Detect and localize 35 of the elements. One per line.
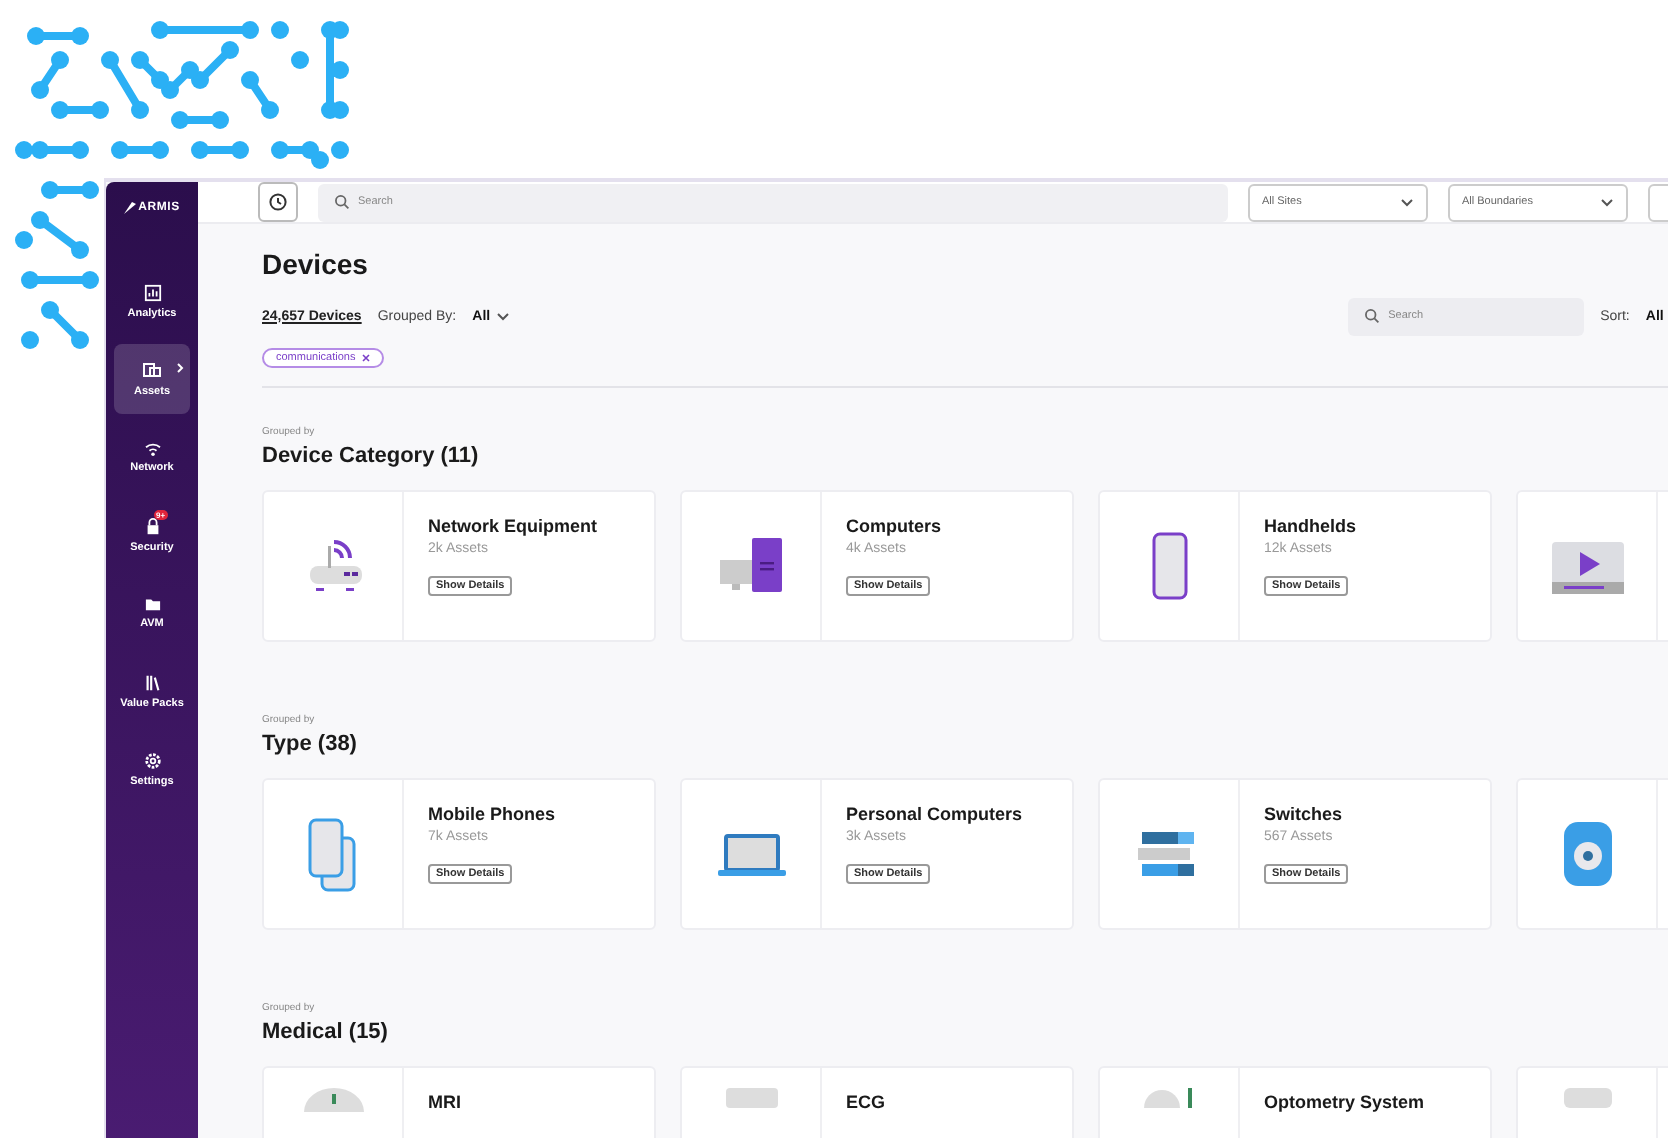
card-title: ECG bbox=[846, 1092, 886, 1112]
lock-icon bbox=[143, 517, 161, 535]
device-icon bbox=[1563, 1088, 1611, 1108]
card-title: Switches bbox=[1264, 804, 1343, 824]
section-title: Device Category (11) bbox=[262, 444, 481, 468]
card-title: Computers bbox=[846, 516, 942, 536]
monitor-icon bbox=[725, 1088, 777, 1108]
category-card[interactable]: MRI bbox=[262, 1066, 656, 1138]
folder-icon bbox=[143, 596, 161, 612]
card-title: Handhelds bbox=[1264, 516, 1357, 536]
wifi-icon bbox=[143, 441, 161, 455]
devices-icon bbox=[142, 361, 162, 379]
device-icon bbox=[1143, 1088, 1195, 1108]
card-title: Mobile Phones bbox=[428, 804, 556, 824]
books-icon bbox=[143, 673, 161, 691]
section-title: Type (38) bbox=[262, 732, 359, 756]
caret-icon bbox=[1600, 197, 1614, 207]
scanner-icon bbox=[303, 1088, 363, 1112]
caret-icon bbox=[1400, 197, 1414, 207]
section-title: Medical (15) bbox=[262, 1020, 390, 1044]
search-icon bbox=[334, 194, 350, 210]
chart-icon bbox=[143, 283, 161, 301]
history-icon bbox=[268, 192, 288, 212]
search-icon bbox=[1364, 308, 1381, 324]
caret-icon bbox=[496, 311, 511, 321]
category-card[interactable]: Optometry System bbox=[1098, 1066, 1492, 1138]
card-title: Personal Computers bbox=[846, 804, 1023, 824]
settings-icon bbox=[143, 751, 161, 769]
close-icon[interactable] bbox=[361, 354, 370, 362]
page-title: Devices bbox=[262, 248, 370, 280]
card-title: MRI bbox=[428, 1092, 461, 1112]
category-card[interactable]: ECG bbox=[680, 1066, 1074, 1138]
card-title: Network Equipment bbox=[428, 516, 598, 536]
history-button[interactable] bbox=[258, 182, 298, 222]
card-title: Optometry System bbox=[1264, 1092, 1425, 1112]
